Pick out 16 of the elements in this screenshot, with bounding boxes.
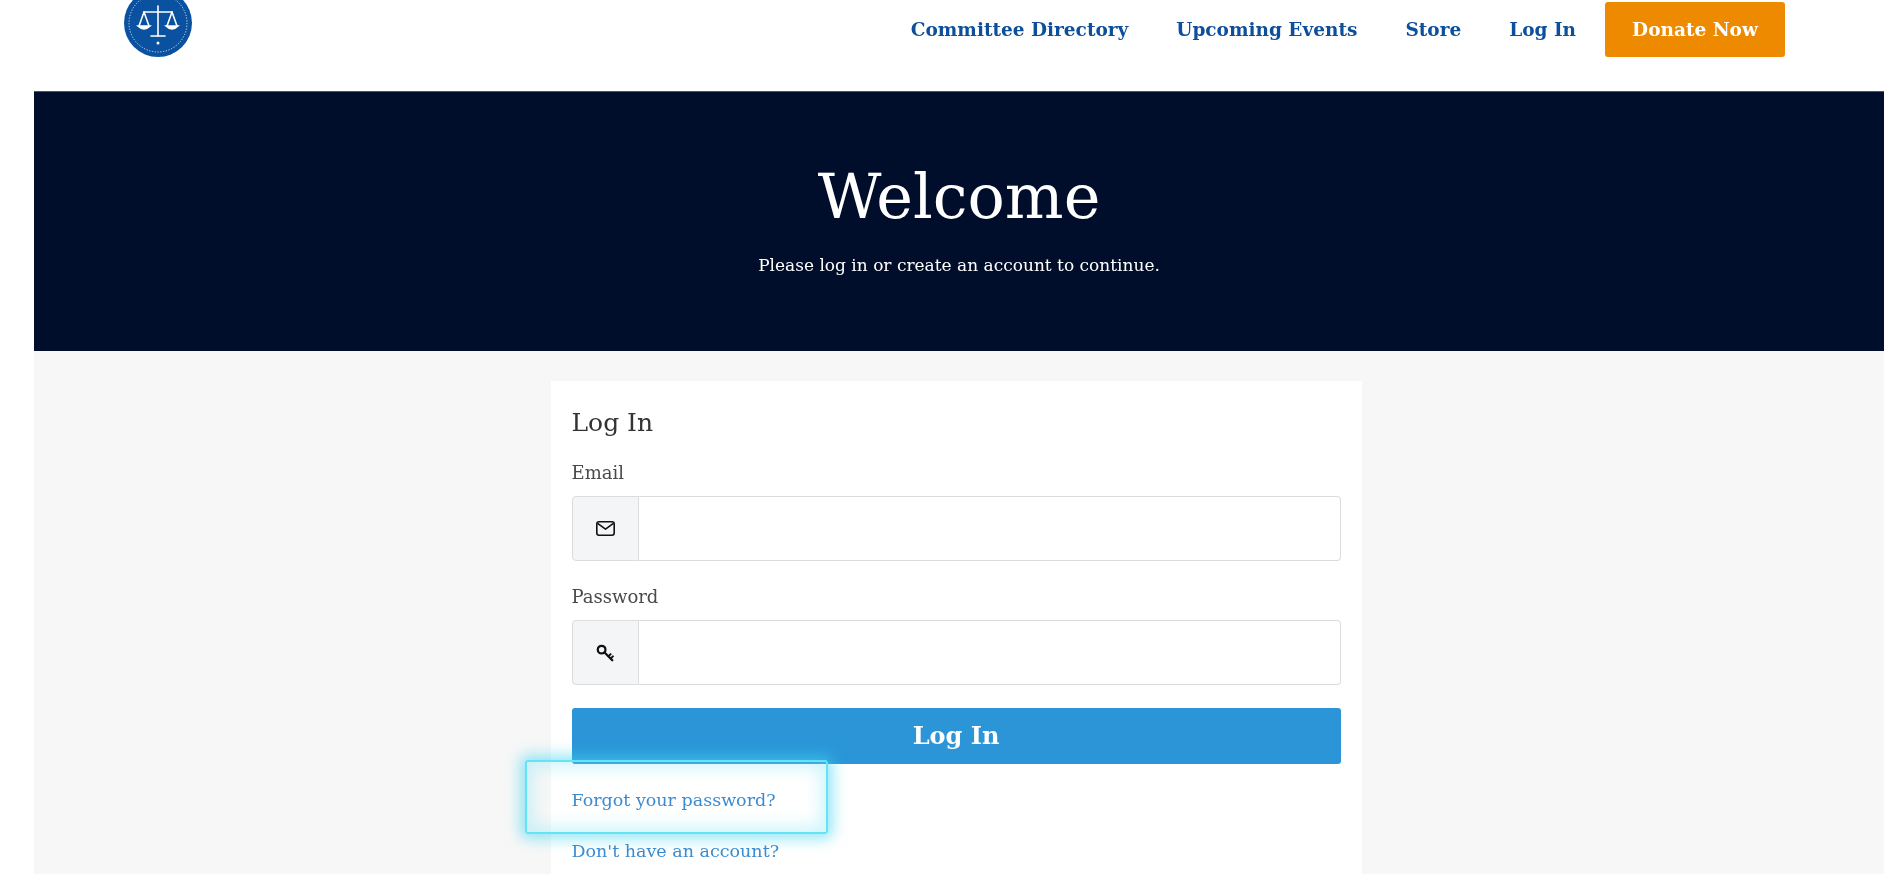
scales-logo[interactable]	[124, 0, 192, 58]
nav-link[interactable]: Upcoming Events	[1152, 15, 1382, 44]
email-field[interactable]	[638, 496, 1341, 561]
banner-subtitle: Please log in or create an account to continue.	[758, 254, 1160, 277]
forgot-password-link[interactable]: Forgot your password?	[571, 787, 776, 813]
nav-link[interactable]: Log In	[1485, 15, 1600, 44]
banner-title: Welcome	[817, 159, 1101, 235]
card-title: Log In	[571, 407, 655, 439]
email-label: Email	[571, 461, 624, 485]
nav-link[interactable]: Store	[1381, 15, 1486, 44]
password-field[interactable]	[638, 620, 1341, 685]
account-link[interactable]: Don't have an account?	[571, 838, 780, 864]
password-label: Password	[571, 585, 659, 609]
key-icon	[596, 643, 614, 662]
envelope-icon	[595, 521, 615, 536]
nav-link[interactable]: Committee Directory	[886, 15, 1153, 44]
